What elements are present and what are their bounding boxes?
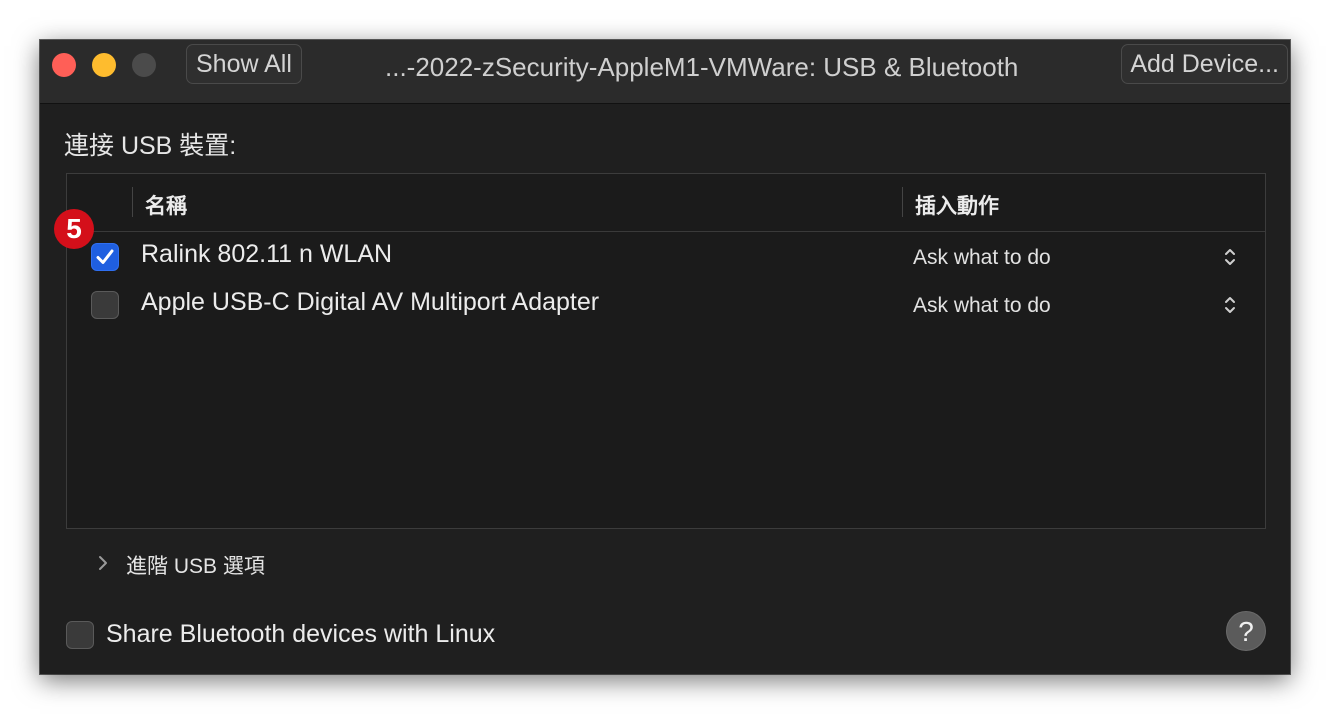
device-checkbox[interactable] bbox=[91, 243, 119, 271]
column-header-action[interactable]: 插入動作 bbox=[915, 190, 999, 220]
share-bluetooth-checkbox[interactable] bbox=[66, 621, 94, 649]
up-down-chevron-icon[interactable] bbox=[1223, 294, 1237, 316]
up-down-chevron-icon[interactable] bbox=[1223, 246, 1237, 268]
preferences-window: Show All ...-2022-zSecurity-AppleM1-VMWa… bbox=[40, 40, 1290, 674]
minimize-window-button[interactable] bbox=[92, 53, 116, 77]
share-bluetooth-label[interactable]: Share Bluetooth devices with Linux bbox=[106, 620, 495, 649]
usb-device-table: 名稱 插入動作 Ralink 802.11 n WLAN Ask what to… bbox=[66, 173, 1266, 529]
connect-action-select[interactable]: Ask what to do bbox=[913, 294, 1051, 318]
zoom-window-button[interactable] bbox=[132, 53, 156, 77]
chevron-right-icon[interactable] bbox=[96, 553, 110, 573]
add-device-button[interactable]: Add Device... bbox=[1121, 44, 1288, 84]
show-all-button[interactable]: Show All bbox=[186, 44, 302, 84]
column-separator bbox=[902, 187, 903, 217]
connect-action-select[interactable]: Ask what to do bbox=[913, 246, 1051, 270]
table-header: 名稱 插入動作 bbox=[67, 174, 1265, 232]
column-header-name[interactable]: 名稱 bbox=[145, 190, 187, 220]
checkmark-icon bbox=[96, 249, 114, 264]
title-bar: Show All ...-2022-zSecurity-AppleM1-VMWa… bbox=[40, 40, 1290, 104]
device-name: Apple USB-C Digital AV Multiport Adapter bbox=[141, 288, 600, 316]
column-separator bbox=[132, 187, 133, 217]
help-button[interactable]: ? bbox=[1226, 611, 1266, 651]
table-row[interactable]: Apple USB-C Digital AV Multiport Adapter… bbox=[67, 281, 1265, 329]
window-title: ...-2022-zSecurity-AppleM1-VMWare: USB &… bbox=[385, 52, 1019, 82]
device-checkbox[interactable] bbox=[91, 291, 119, 319]
usb-section-label: 連接 USB 裝置: bbox=[64, 132, 237, 160]
step-number-badge: 5 bbox=[54, 209, 94, 249]
advanced-usb-options-toggle[interactable]: 進階 USB 選項 bbox=[126, 550, 265, 580]
device-name: Ralink 802.11 n WLAN bbox=[141, 240, 393, 268]
table-row[interactable]: Ralink 802.11 n WLAN Ask what to do bbox=[67, 233, 1265, 281]
close-window-button[interactable] bbox=[52, 53, 76, 77]
